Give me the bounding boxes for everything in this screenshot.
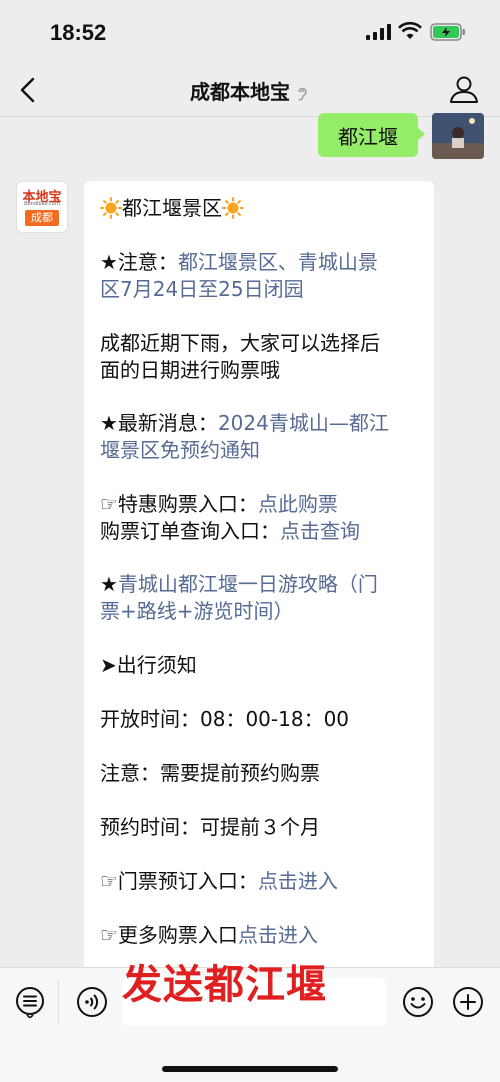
notice-line-2: 区7月24日至25日闭园 xyxy=(100,276,420,302)
notice-prefix: ★注意： xyxy=(100,250,178,274)
news-link[interactable]: 2024青城山—都江 xyxy=(218,411,389,435)
menu-icon[interactable] xyxy=(14,986,46,1018)
voice-icon[interactable] xyxy=(76,986,108,1018)
news-link-cont[interactable]: 堰景区免预约通知 xyxy=(100,438,260,462)
ticket-line: ☞门票预订入口：点击进入 xyxy=(100,868,420,894)
home-indicator[interactable] xyxy=(162,1066,338,1072)
order-link[interactable]: 点击查询 xyxy=(280,519,360,543)
logo-city-tag: 成都 xyxy=(25,210,59,226)
battery-icon xyxy=(430,23,465,41)
overlay-caption: 发送都江堰 xyxy=(122,962,327,1008)
order-line: 购票订单查询入口：点击查询 xyxy=(100,518,420,544)
guide-star: ★ xyxy=(100,572,118,596)
rain-line-2: 面的日期进行购票哦 xyxy=(100,358,280,382)
notice-link[interactable]: 都江堰景区、青城山景 xyxy=(178,250,378,274)
status-time: 18:52 xyxy=(50,20,107,45)
more-link[interactable]: 点击进入 xyxy=(238,923,318,947)
avatar-illustration xyxy=(432,113,484,159)
status-bar: 18:52 xyxy=(0,0,500,62)
ticket-prefix: ☞门票预订入口： xyxy=(100,869,258,893)
travel-notice: ➤出行须知 xyxy=(100,653,197,677)
my-avatar[interactable] xyxy=(432,113,484,159)
sun-icon xyxy=(100,197,122,219)
discount-link[interactable]: 点此购票 xyxy=(258,492,338,516)
person-icon[interactable] xyxy=(448,74,480,104)
more-line: ☞更多购票入口点击进入 xyxy=(100,922,420,948)
divider xyxy=(58,980,59,1024)
guide-line-2: 票+路线+游览时间） xyxy=(100,598,420,624)
rain-line-1: 成都近期下雨，大家可以选择后 xyxy=(100,331,380,355)
message-title: 都江堰景区 xyxy=(122,196,222,220)
news-line-1: ★最新消息：2024青城山—都江 xyxy=(100,410,420,436)
notice-line-1: ★注意：都江堰景区、青城山景 xyxy=(100,249,420,275)
plus-icon[interactable] xyxy=(452,986,484,1018)
guide-link[interactable]: 青城山都江堰一日游攻略（门 xyxy=(118,572,378,596)
ticket-link[interactable]: 点击进入 xyxy=(258,869,338,893)
logo-url-text: Bendibao.com xyxy=(24,201,60,207)
discount-prefix: ☞特惠购票入口： xyxy=(100,492,258,516)
opening-hours: 开放时间：08：00-18：00 xyxy=(100,707,350,731)
sent-message-bubble[interactable]: 都江堰 xyxy=(318,113,425,157)
received-message-bubble: 都江堰景区 ★注意：都江堰景区、青城山景 区7月24日至25日闭园 成都近期下雨… xyxy=(84,181,434,1011)
discount-line: ☞特惠购票入口：点此购票 xyxy=(100,491,420,517)
guide-link-cont[interactable]: 票+路线+游览时间） xyxy=(100,599,294,623)
nav-bar: 成都本地宝 xyxy=(0,62,500,117)
guide-line-1: ★青城山都江堰一日游攻略（门 xyxy=(100,571,420,597)
sent-message-text: 都江堰 xyxy=(338,125,398,149)
chat-title: 成都本地宝 xyxy=(0,76,500,105)
reserve-notice: 注意：需要提前预约购票 xyxy=(100,761,320,785)
sun-icon xyxy=(222,197,244,219)
order-prefix: 购票订单查询入口： xyxy=(100,519,280,543)
more-prefix: ☞更多购票入口 xyxy=(100,923,238,947)
ear-icon xyxy=(298,87,307,100)
bot-avatar[interactable]: 本地宝 Bendibao.com 成都 xyxy=(16,181,68,233)
chat-title-text: 成都本地宝 xyxy=(190,80,290,104)
signal-icon xyxy=(366,24,391,40)
news-prefix: ★最新消息： xyxy=(100,411,218,435)
message-title-line: 都江堰景区 xyxy=(100,195,420,221)
notice-link-cont[interactable]: 区7月24日至25日闭园 xyxy=(100,277,304,301)
reserve-time: 预约时间：可提前３个月 xyxy=(100,815,320,839)
news-line-2: 堰景区免预约通知 xyxy=(100,437,420,463)
wifi-icon xyxy=(398,22,422,39)
